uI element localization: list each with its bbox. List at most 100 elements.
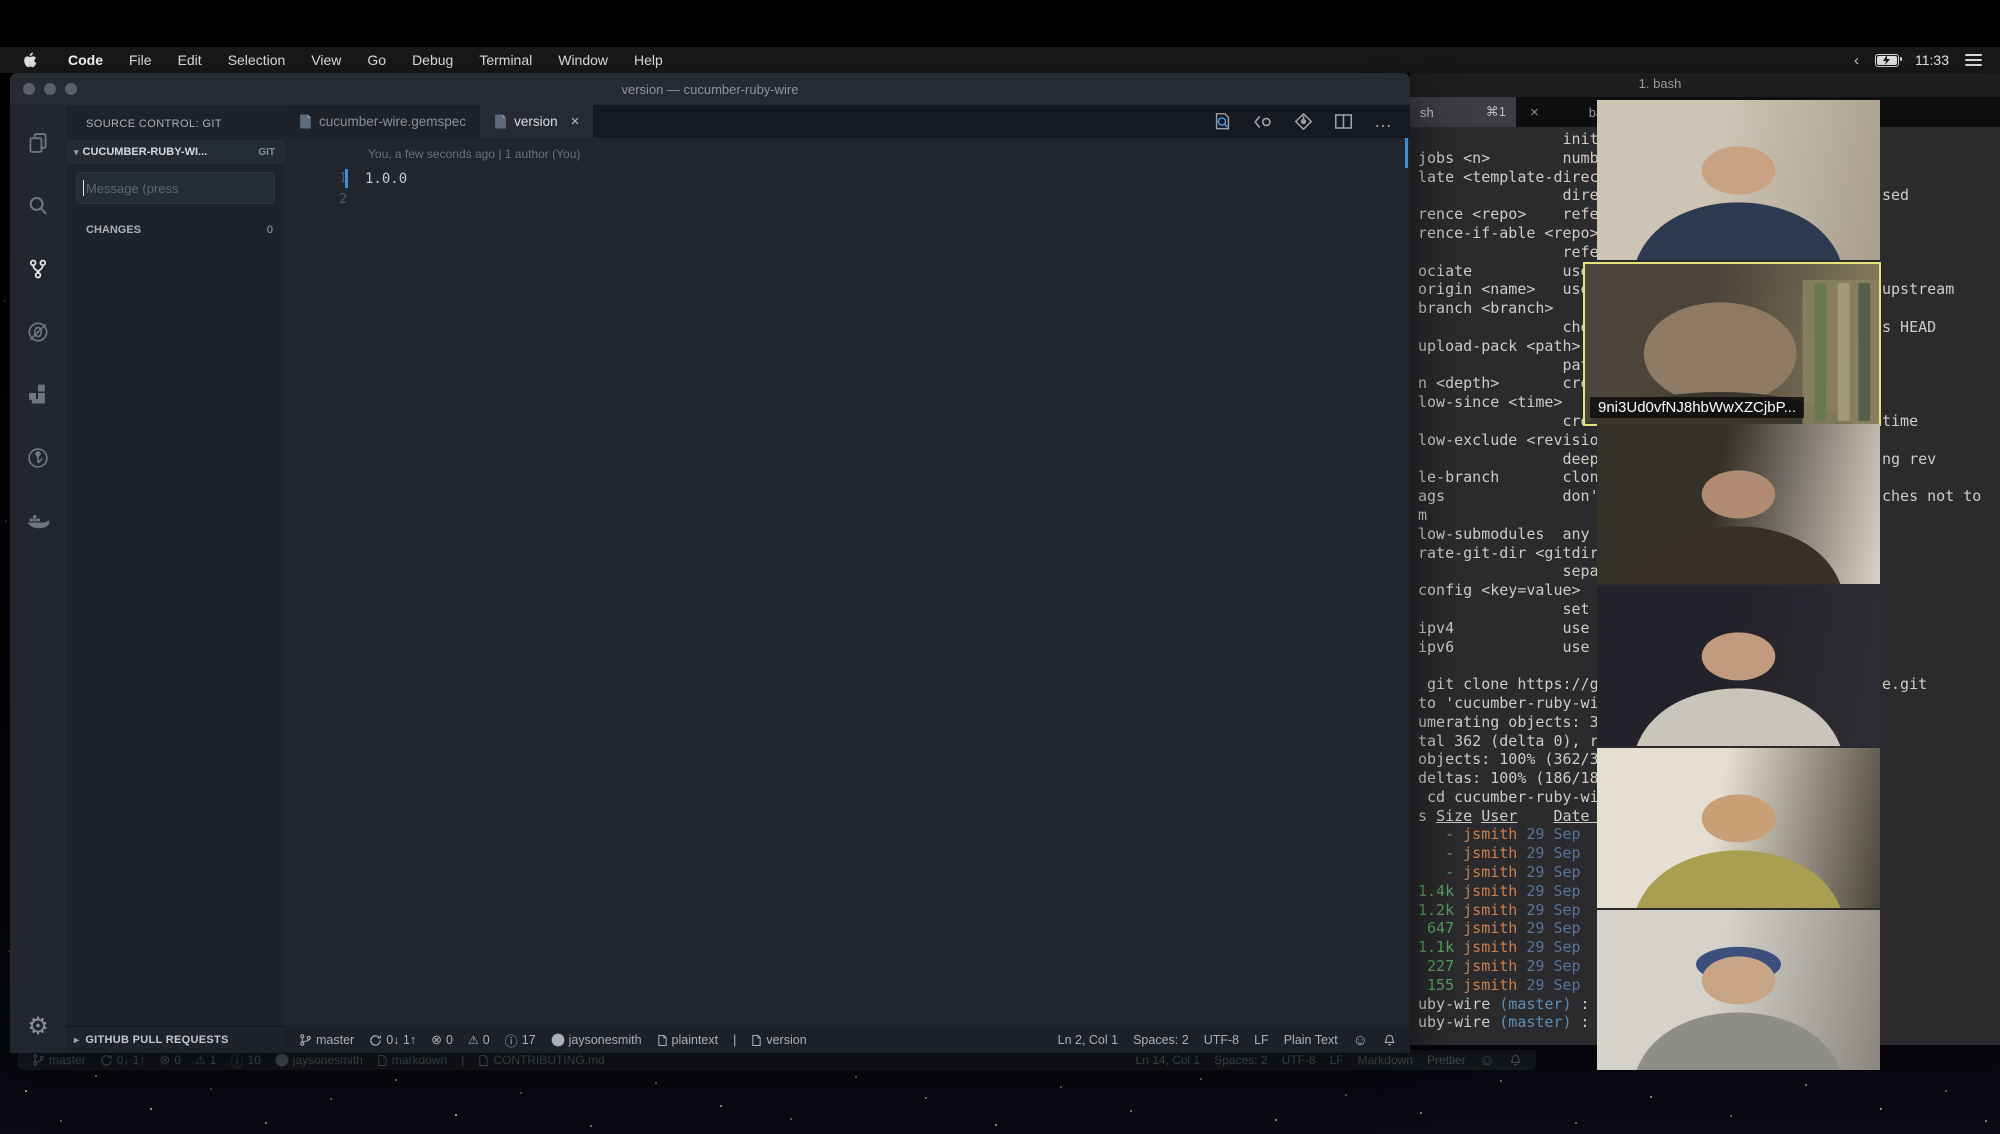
activity-source-control-icon[interactable] xyxy=(15,244,61,294)
status-text: 0 xyxy=(446,1033,453,1047)
ls-date: 29 Sep xyxy=(1526,938,1581,957)
gitlens-compare-icon[interactable] xyxy=(1294,112,1313,131)
gitlens-blame-annotation[interactable]: You, a few seconds ago | 1 author (You) xyxy=(368,147,580,161)
ls-header: s xyxy=(1418,806,1437,825)
bg-encoding[interactable]: UTF-8 xyxy=(1282,1053,1316,1067)
activity-github-pull-requests-icon[interactable] xyxy=(15,433,61,483)
ls-user: jsmith xyxy=(1463,881,1527,900)
ls-date: 29 Sep xyxy=(1526,919,1581,938)
menubar-clock[interactable]: 11:33 xyxy=(1915,52,1949,68)
notification-center-icon[interactable] xyxy=(1965,54,1982,66)
search-editor-icon[interactable] xyxy=(1213,112,1232,131)
doc-icon xyxy=(377,1054,388,1067)
menu-edit[interactable]: Edit xyxy=(165,52,215,68)
warning-count[interactable]: ⚠ 0 xyxy=(468,1033,490,1047)
ls-size: - xyxy=(1418,863,1464,882)
eol[interactable]: LF xyxy=(1254,1033,1269,1047)
menu-view[interactable]: View xyxy=(298,52,354,68)
menu-window[interactable]: Window xyxy=(545,52,621,68)
starfield xyxy=(0,0,2,2)
info-count[interactable]: ⓘ 17 xyxy=(505,1031,536,1050)
changes-section-row[interactable]: CHANGES 0 xyxy=(66,220,285,240)
bg-warning-count[interactable]: ⚠ 1 xyxy=(195,1053,216,1067)
repo-row[interactable]: ▾ CUCUMBER-RUBY-WI... GIT xyxy=(66,140,285,164)
menu-debug[interactable]: Debug xyxy=(399,52,466,68)
github-pull-requests-section[interactable]: ▸ GITHUB PULL REQUESTS xyxy=(66,1026,285,1053)
bg-eol[interactable]: LF xyxy=(1330,1053,1344,1067)
error-count[interactable]: ⊗ 0 xyxy=(431,1032,453,1048)
menu-file[interactable]: File xyxy=(116,52,165,68)
ls-date: 29 Sep xyxy=(1526,881,1581,900)
tab-cucumber-wire-gemspec[interactable]: cucumber-wire.gemspec xyxy=(285,105,481,138)
terminal-text: path xyxy=(1418,355,1599,374)
split-editor-icon[interactable] xyxy=(1334,113,1353,130)
terminal-text: objects: 100% (362/36 xyxy=(1418,750,1608,769)
code-line-2[interactable]: 2 xyxy=(285,189,1410,210)
editor-actions: … xyxy=(1213,105,1410,138)
bg-language-select[interactable]: Markdown xyxy=(1358,1053,1413,1067)
terminal-tab-close-icon[interactable]: × xyxy=(1516,97,1553,127)
menu-help[interactable]: Help xyxy=(621,52,676,68)
prompt-branch: (master) xyxy=(1499,1013,1572,1032)
bg-indentation[interactable]: Spaces: 2 xyxy=(1214,1053,1267,1067)
bg-sync-indicator[interactable]: 0↓ 1↑ xyxy=(100,1053,145,1067)
commit-message-input[interactable]: Message (press xyxy=(76,172,275,204)
terminal-text: umerating objects: 36 xyxy=(1418,712,1608,731)
bg-error-count[interactable]: ⊗ 0 xyxy=(159,1052,181,1068)
terminal-text: jobs <n> numbe xyxy=(1418,148,1608,167)
bg-feedback-smiley[interactable]: ☺ xyxy=(1480,1052,1495,1069)
github-account[interactable]: jaysonesmith xyxy=(551,1033,642,1047)
notifications-bell[interactable] xyxy=(1383,1033,1396,1047)
language-select[interactable]: Plain Text xyxy=(1284,1033,1338,1047)
active-file[interactable]: version xyxy=(751,1033,807,1047)
code-text: 1.0.0 xyxy=(365,170,408,187)
language-mode[interactable]: plaintext xyxy=(657,1033,718,1047)
terminal-titlebar[interactable]: 1. bash xyxy=(1410,73,2000,97)
menu-selection[interactable]: Selection xyxy=(215,52,299,68)
activity-explorer-icon[interactable] xyxy=(15,118,61,168)
feedback-smiley[interactable]: ☺ xyxy=(1353,1032,1368,1049)
bg-formatter[interactable]: Prettier xyxy=(1427,1053,1466,1067)
bg-branch-indicator[interactable]: master xyxy=(32,1053,86,1067)
cursor-position[interactable]: Ln 2, Col 1 xyxy=(1058,1033,1118,1047)
bg-language-mode[interactable]: markdown xyxy=(377,1053,447,1067)
vscode-titlebar[interactable]: version — cucumber-ruby-wire xyxy=(10,73,1410,105)
tab-version[interactable]: version × xyxy=(480,105,594,138)
battery-icon[interactable] xyxy=(1875,53,1902,67)
bg-active-file[interactable]: CONTRIBUTING.md xyxy=(478,1053,605,1067)
sync-indicator[interactable]: 0↓ 1↑ xyxy=(369,1033,416,1047)
apple-menu-icon[interactable] xyxy=(22,52,37,69)
twistie-collapsed-icon[interactable]: ▸ xyxy=(74,1035,79,1046)
tab-close-icon[interactable]: × xyxy=(571,113,580,130)
menu-code[interactable]: Code xyxy=(55,52,116,68)
twistie-expanded-icon[interactable]: ▾ xyxy=(74,147,79,158)
indentation[interactable]: Spaces: 2 xyxy=(1133,1033,1189,1047)
terminal-tab-shortcut: ⌘1 xyxy=(1485,104,1506,119)
line-number: 1 xyxy=(339,171,347,186)
bg-info-count[interactable]: ⓘ 10 xyxy=(230,1051,260,1070)
activity-extensions-icon[interactable] xyxy=(15,370,61,420)
terminal-tab-active[interactable]: sh ⌘1 xyxy=(1410,97,1516,127)
editor-group: cucumber-wire.gemspec version × … You, a f… xyxy=(285,105,1410,1053)
encoding[interactable]: UTF-8 xyxy=(1204,1033,1239,1047)
editor-content[interactable]: You, a few seconds ago | 1 author (You) … xyxy=(285,138,1410,1027)
menu-go[interactable]: Go xyxy=(354,52,399,68)
chevron-left-icon[interactable]: ‹ xyxy=(1854,52,1859,69)
status-text: 0↓ 1↑ xyxy=(386,1033,417,1047)
terminal-tab-label: sh xyxy=(1420,104,1434,120)
open-changes-icon[interactable] xyxy=(1253,114,1273,130)
branch-indicator[interactable]: master xyxy=(299,1033,354,1047)
activity-search-icon[interactable] xyxy=(15,181,61,231)
activity-docker-icon[interactable] xyxy=(15,496,61,546)
bg-cursor-position[interactable]: Ln 14, Col 1 xyxy=(1136,1053,1201,1067)
video-tile-participant-2: 9ni3Ud0vfNJ8hbWwXZCjbP... xyxy=(1583,262,1881,426)
code-line-1[interactable]: 1 1.0.0 xyxy=(285,168,1410,189)
bg-github-account[interactable]: jaysonesmith xyxy=(275,1053,363,1067)
menu-terminal[interactable]: Terminal xyxy=(466,52,545,68)
bg-notifications-bell[interactable] xyxy=(1509,1053,1522,1067)
settings-gear-icon[interactable]: ⚙ xyxy=(27,1015,49,1039)
ls-header: User xyxy=(1481,806,1518,825)
activity-debug-icon[interactable] xyxy=(15,307,61,357)
terminal-title: 1. bash xyxy=(1638,76,1682,91)
more-actions-icon[interactable]: … xyxy=(1374,112,1392,130)
